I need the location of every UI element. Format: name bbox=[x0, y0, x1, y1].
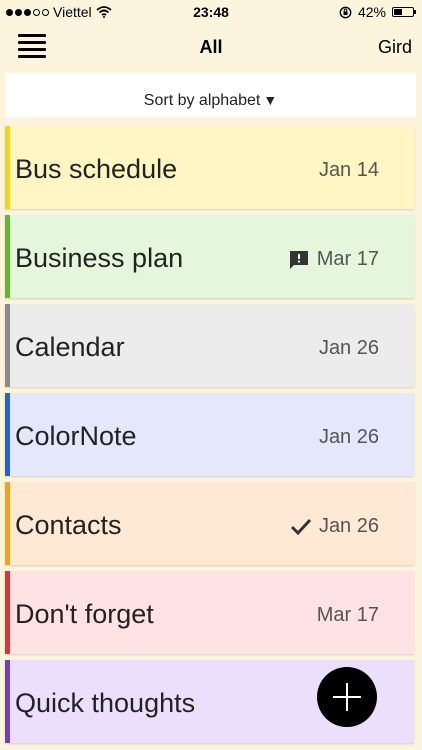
note-color-bar bbox=[5, 126, 10, 209]
note-color-bar bbox=[5, 660, 10, 743]
note-color-bar bbox=[5, 571, 10, 654]
add-note-button[interactable] bbox=[317, 667, 377, 727]
check-icon bbox=[290, 518, 312, 536]
status-bar: Viettel 23:48 42% bbox=[0, 0, 422, 24]
note-title: Don't forget bbox=[15, 599, 154, 629]
note-date: Mar 17 bbox=[316, 604, 379, 626]
note-item[interactable]: Calendar Jan 26 bbox=[5, 304, 414, 387]
comment-icon bbox=[288, 249, 310, 271]
page-title: All bbox=[199, 37, 223, 57]
note-date: Jan 26 bbox=[318, 426, 379, 448]
dropdown-arrow-icon: ▼ bbox=[263, 92, 278, 108]
note-meta: Jan 14 bbox=[319, 159, 379, 182]
note-color-bar bbox=[5, 393, 10, 476]
note-date: Jan 14 bbox=[318, 159, 379, 181]
sort-dropdown[interactable]: Sort by alphabet ▼ bbox=[5, 73, 416, 117]
note-meta: Mar 17 bbox=[288, 248, 379, 271]
note-item[interactable]: ColorNote Jan 26 bbox=[5, 393, 414, 476]
status-right: 42% bbox=[339, 4, 416, 20]
grid-view-button[interactable]: Gird bbox=[378, 37, 412, 58]
note-title: ColorNote bbox=[15, 421, 137, 451]
note-title: Business plan bbox=[15, 243, 184, 273]
note-title: Quick thoughts bbox=[15, 688, 196, 718]
note-date: Mar 17 bbox=[316, 248, 379, 270]
battery-level bbox=[394, 9, 402, 15]
battery-icon bbox=[392, 7, 416, 17]
note-color-bar bbox=[5, 304, 10, 387]
note-title: Contacts bbox=[15, 510, 122, 540]
note-item[interactable]: Bus schedule Jan 14 bbox=[5, 126, 414, 209]
notes-list: Bus schedule Jan 14 Business plan Mar 17 Cal… bbox=[5, 126, 414, 749]
note-item[interactable]: Business plan Mar 17 bbox=[5, 215, 414, 298]
note-meta: Jan 26 bbox=[319, 426, 379, 449]
note-item[interactable]: Don't forget Mar 17 bbox=[5, 571, 414, 654]
battery-percent: 42% bbox=[357, 4, 386, 20]
note-title: Calendar bbox=[15, 332, 125, 362]
plus-icon bbox=[333, 683, 361, 711]
note-date: Jan 26 bbox=[318, 515, 379, 537]
note-color-bar bbox=[5, 215, 10, 298]
rotation-lock-icon bbox=[339, 6, 352, 18]
navigation-bar: All Gird bbox=[0, 24, 422, 70]
note-item[interactable]: Contacts Jan 26 bbox=[5, 482, 414, 565]
note-title: Bus schedule bbox=[15, 154, 178, 184]
note-meta: Jan 26 bbox=[319, 337, 379, 360]
note-date: Jan 26 bbox=[318, 337, 379, 359]
note-meta: Jan 26 bbox=[290, 515, 379, 538]
sort-label: Sort by alphabet bbox=[143, 92, 261, 109]
note-meta: Mar 17 bbox=[317, 604, 379, 627]
note-color-bar bbox=[5, 482, 10, 565]
